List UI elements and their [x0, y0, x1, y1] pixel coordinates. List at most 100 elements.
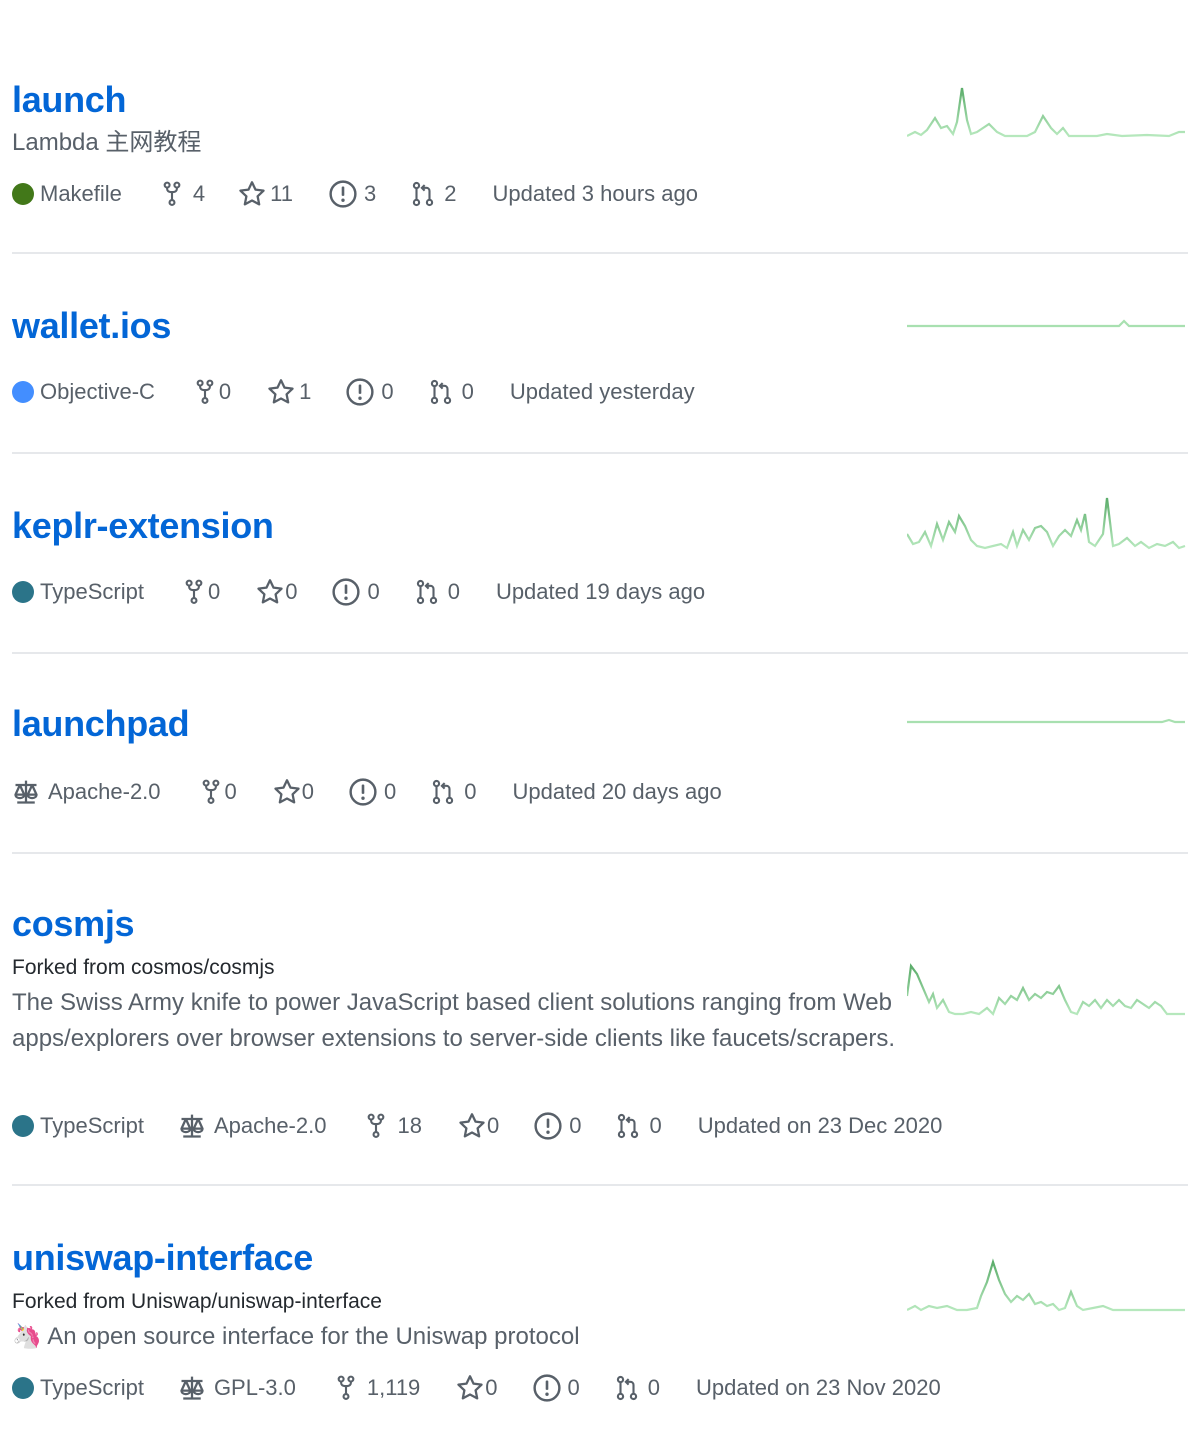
repo-item: wallet.ios Objective-C 0 1 0 0 Updated y… [12, 254, 1188, 452]
issues-count: 0 [569, 1113, 582, 1138]
language-color-dot [12, 1377, 34, 1399]
issues-link[interactable]: 0 [532, 1373, 580, 1403]
issues-count: 0 [381, 379, 394, 404]
pull-requests-link[interactable]: 0 [414, 578, 460, 606]
pull-requests-link[interactable]: 0 [428, 378, 474, 406]
pull-requests-link[interactable]: 0 [615, 1112, 662, 1140]
repo-meta: Objective-C 0 1 0 0 Updated yesterday [12, 375, 695, 409]
issues-link[interactable]: 0 [533, 1111, 581, 1141]
forks-link[interactable]: 0 [198, 778, 237, 806]
issues-count: 0 [567, 1375, 580, 1400]
stars-link[interactable]: 0 [456, 1374, 498, 1402]
stars-count: 0 [486, 1113, 500, 1138]
forked-from-link[interactable]: Forked from Uniswap/uniswap-interface [12, 1289, 382, 1315]
repo-meta: TypeScript Apache-2.0 18 0 0 0 Updated o… [12, 1109, 942, 1143]
stars-link[interactable]: 0 [458, 1112, 499, 1140]
pull-requests-link[interactable]: 0 [614, 1374, 660, 1402]
repo-name-link[interactable]: launch [12, 80, 127, 120]
forks-link[interactable]: 4 [159, 180, 205, 208]
license-label: Apache-2.0 [213, 1113, 327, 1138]
stars-link[interactable]: 0 [256, 578, 297, 606]
stars-link[interactable]: 1 [267, 378, 311, 406]
fork-icon [181, 578, 207, 606]
repo-name-link[interactable]: keplr-extension [12, 506, 274, 546]
pull-requests-count: 0 [461, 379, 474, 404]
updated-time: Updated on 23 Dec 2020 [697, 1113, 943, 1138]
pull-request-icon [410, 180, 436, 208]
activity-sparkline [907, 963, 1185, 1016]
issue-icon [345, 377, 375, 407]
language-color-dot [12, 381, 34, 403]
pull-requests-count: 0 [464, 779, 477, 804]
fork-icon [198, 778, 224, 806]
language-label: TypeScript [40, 1375, 144, 1400]
license-label: GPL-3.0 [213, 1375, 296, 1400]
language-color-dot [12, 1115, 34, 1137]
stars-count: 0 [485, 1375, 498, 1400]
repo-item: launchpad Apache-2.0 0 0 0 0 Updated 20 … [12, 654, 1188, 852]
stars-count: 1 [299, 379, 312, 404]
pull-requests-link[interactable]: 0 [430, 778, 477, 806]
repo-language: TypeScript [12, 579, 144, 605]
issues-link[interactable]: 3 [328, 179, 376, 209]
forks-link[interactable]: 0 [181, 578, 220, 606]
updated-time: Updated 3 hours ago [492, 181, 699, 206]
fork-icon [333, 1374, 359, 1402]
repo-language: Makefile [12, 181, 122, 207]
forks-count: 0 [218, 379, 232, 404]
repo-license: Apache-2.0 [178, 1112, 327, 1140]
pull-requests-link[interactable]: 2 [410, 180, 457, 208]
activity-sparkline [907, 319, 1185, 328]
issue-icon [532, 1373, 562, 1403]
fork-icon [159, 180, 185, 208]
issues-link[interactable]: 0 [331, 577, 380, 607]
forks-count: 18 [397, 1113, 422, 1138]
repo-name-link[interactable]: cosmjs [12, 904, 135, 944]
stars-count: 0 [285, 579, 298, 604]
stars-link[interactable]: 11 [238, 180, 293, 208]
repo-license: Apache-2.0 [12, 778, 161, 806]
repo-meta: Apache-2.0 0 0 0 0 Updated 20 days ago [12, 775, 722, 809]
repo-description: 🦄 An open source interface for the Unisw… [12, 1323, 580, 1350]
star-icon [256, 578, 284, 606]
repo-language: TypeScript [12, 1375, 144, 1401]
stars-link[interactable]: 0 [273, 778, 314, 806]
updated-time: Updated 19 days ago [495, 579, 706, 604]
law-icon [12, 778, 40, 806]
fork-icon [192, 378, 218, 406]
repo-meta: TypeScript GPL-3.0 1,119 0 0 0 Updated o… [12, 1371, 941, 1405]
repo-name-link[interactable]: uniswap-interface [12, 1238, 313, 1278]
pull-request-icon [430, 778, 456, 806]
pull-request-icon [414, 578, 440, 606]
repo-description: The Swiss Army knife to power JavaScript… [12, 989, 896, 1052]
forked-from-link[interactable]: Forked from cosmos/cosmjs [12, 955, 275, 981]
updated-time: Updated on 23 Nov 2020 [696, 1375, 941, 1400]
language-label: Makefile [40, 181, 122, 206]
pull-requests-count: 0 [649, 1113, 662, 1138]
repo-language: Objective-C [12, 379, 155, 405]
star-icon [458, 1112, 486, 1140]
issue-icon [348, 777, 378, 807]
fork-icon [363, 1112, 389, 1140]
pull-requests-count: 2 [444, 181, 457, 206]
star-icon [273, 778, 301, 806]
forks-count: 0 [207, 579, 221, 604]
forks-count: 1,119 [366, 1375, 421, 1400]
issues-link[interactable]: 0 [345, 377, 394, 407]
updated-time: Updated yesterday [509, 379, 695, 404]
activity-sparkline [907, 497, 1186, 550]
forks-link[interactable]: 0 [192, 378, 231, 406]
stars-count: 0 [301, 779, 315, 804]
stars-count: 11 [270, 181, 294, 206]
law-icon [178, 1112, 206, 1140]
issue-icon [328, 179, 358, 209]
language-label: Objective-C [40, 379, 155, 404]
forks-link[interactable]: 18 [363, 1112, 422, 1140]
repo-name-link[interactable]: wallet.ios [12, 306, 171, 346]
forks-link[interactable]: 1,119 [333, 1374, 420, 1402]
issues-link[interactable]: 0 [348, 777, 396, 807]
repo-meta: TypeScript 0 0 0 0 Updated 19 days ago [12, 575, 705, 609]
language-label: TypeScript [40, 1113, 144, 1138]
language-color-dot [12, 183, 34, 205]
repo-name-link[interactable]: launchpad [12, 704, 190, 744]
